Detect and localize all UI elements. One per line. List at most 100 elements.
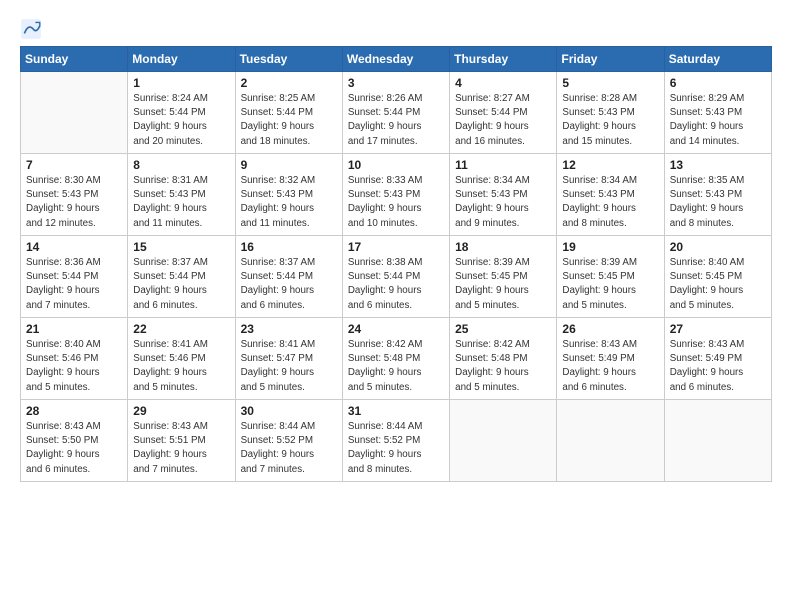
calendar-cell: 27Sunrise: 8:43 AMSunset: 5:49 PMDayligh… [664,318,771,400]
day-number: 4 [455,76,551,90]
day-number: 29 [133,404,229,418]
calendar-week-row: 28 Sunrise: 8:43 AMSunset: 5:50 PMDayligh… [21,400,772,482]
day-info: Sunrise: 8:43 AMSunset: 5:49 PMDaylight:… [670,338,766,395]
day-number: 23 [241,322,337,336]
day-number: 19 [562,240,658,254]
day-number: 17 [348,240,444,254]
column-header-wednesday: Wednesday [342,47,449,72]
day-info: Sunrise: 8:25 AMSunset: 5:44 PMDaylight:… [241,92,337,149]
calendar-cell [557,400,664,482]
day-number: 20 [670,240,766,254]
calendar-cell: 21 Sunrise: 8:40 AMSunset: 5:46 PMDayligh… [21,318,128,400]
column-header-friday: Friday [557,47,664,72]
calendar-cell: 13Sunrise: 8:35 AMSunset: 5:43 PMDayligh… [664,154,771,236]
calendar-cell: 1 Sunrise: 8:24 AMSunset: 5:44 PMDaylight… [128,72,235,154]
day-info: Sunrise: 8:40 AMSunset: 5:45 PMDaylight:… [670,256,766,313]
calendar-cell: 14 Sunrise: 8:36 AMSunset: 5:44 PMDayligh… [21,236,128,318]
calendar-cell: 25 Sunrise: 8:42 AMSunset: 5:48 PMDayligh… [450,318,557,400]
day-info: Sunrise: 8:34 AMSunset: 5:43 PMDaylight:… [562,174,658,231]
calendar-week-row: 1 Sunrise: 8:24 AMSunset: 5:44 PMDaylight… [21,72,772,154]
day-number: 10 [348,158,444,172]
day-number: 11 [455,158,551,172]
day-number: 25 [455,322,551,336]
day-info: Sunrise: 8:39 AMSunset: 5:45 PMDaylight:… [562,256,658,313]
day-number: 2 [241,76,337,90]
day-info: Sunrise: 8:42 AMSunset: 5:48 PMDaylight:… [348,338,444,395]
day-number: 1 [133,76,229,90]
column-header-thursday: Thursday [450,47,557,72]
calendar-cell: 10Sunrise: 8:33 AMSunset: 5:43 PMDayligh… [342,154,449,236]
column-header-monday: Monday [128,47,235,72]
day-info: Sunrise: 8:35 AMSunset: 5:43 PMDaylight:… [670,174,766,231]
calendar-cell: 12Sunrise: 8:34 AMSunset: 5:43 PMDayligh… [557,154,664,236]
day-info: Sunrise: 8:32 AMSunset: 5:43 PMDaylight:… [241,174,337,231]
calendar-cell: 17 Sunrise: 8:38 AMSunset: 5:44 PMDayligh… [342,236,449,318]
day-info: Sunrise: 8:44 AMSunset: 5:52 PMDaylight:… [241,420,337,477]
day-number: 31 [348,404,444,418]
day-info: Sunrise: 8:30 AMSunset: 5:43 PMDaylight:… [26,174,122,231]
day-info: Sunrise: 8:28 AMSunset: 5:43 PMDaylight:… [562,92,658,149]
calendar-cell [664,400,771,482]
calendar-cell: 8 Sunrise: 8:31 AMSunset: 5:43 PMDaylight… [128,154,235,236]
calendar-cell: 15 Sunrise: 8:37 AMSunset: 5:44 PMDayligh… [128,236,235,318]
day-number: 14 [26,240,122,254]
column-header-saturday: Saturday [664,47,771,72]
day-info: Sunrise: 8:34 AMSunset: 5:43 PMDaylight:… [455,174,551,231]
logo [20,18,46,40]
day-info: Sunrise: 8:37 AMSunset: 5:44 PMDaylight:… [133,256,229,313]
calendar-cell: 9 Sunrise: 8:32 AMSunset: 5:43 PMDaylight… [235,154,342,236]
calendar-cell: 29 Sunrise: 8:43 AMSunset: 5:51 PMDayligh… [128,400,235,482]
calendar-cell: 18 Sunrise: 8:39 AMSunset: 5:45 PMDayligh… [450,236,557,318]
day-number: 5 [562,76,658,90]
day-info: Sunrise: 8:43 AMSunset: 5:51 PMDaylight:… [133,420,229,477]
page: SundayMondayTuesdayWednesdayThursdayFrid… [0,0,792,612]
day-info: Sunrise: 8:27 AMSunset: 5:44 PMDaylight:… [455,92,551,149]
calendar-cell [450,400,557,482]
day-number: 18 [455,240,551,254]
calendar-week-row: 7 Sunrise: 8:30 AMSunset: 5:43 PMDaylight… [21,154,772,236]
calendar-cell: 20 Sunrise: 8:40 AMSunset: 5:45 PMDayligh… [664,236,771,318]
calendar-cell: 26Sunrise: 8:43 AMSunset: 5:49 PMDayligh… [557,318,664,400]
day-number: 9 [241,158,337,172]
day-number: 30 [241,404,337,418]
calendar-table: SundayMondayTuesdayWednesdayThursdayFrid… [20,46,772,482]
day-info: Sunrise: 8:39 AMSunset: 5:45 PMDaylight:… [455,256,551,313]
day-number: 3 [348,76,444,90]
day-number: 15 [133,240,229,254]
calendar-cell: 30 Sunrise: 8:44 AMSunset: 5:52 PMDayligh… [235,400,342,482]
day-info: Sunrise: 8:44 AMSunset: 5:52 PMDaylight:… [348,420,444,477]
day-info: Sunrise: 8:42 AMSunset: 5:48 PMDaylight:… [455,338,551,395]
day-info: Sunrise: 8:31 AMSunset: 5:43 PMDaylight:… [133,174,229,231]
calendar-cell: 19 Sunrise: 8:39 AMSunset: 5:45 PMDayligh… [557,236,664,318]
calendar-cell: 28 Sunrise: 8:43 AMSunset: 5:50 PMDayligh… [21,400,128,482]
day-number: 16 [241,240,337,254]
day-number: 8 [133,158,229,172]
day-info: Sunrise: 8:41 AMSunset: 5:46 PMDaylight:… [133,338,229,395]
day-number: 24 [348,322,444,336]
calendar-cell: 3Sunrise: 8:26 AMSunset: 5:44 PMDaylight… [342,72,449,154]
calendar-cell: 5 Sunrise: 8:28 AMSunset: 5:43 PMDaylight… [557,72,664,154]
day-info: Sunrise: 8:29 AMSunset: 5:43 PMDaylight:… [670,92,766,149]
header [20,18,772,40]
calendar-cell: 24 Sunrise: 8:42 AMSunset: 5:48 PMDayligh… [342,318,449,400]
calendar-cell: 6Sunrise: 8:29 AMSunset: 5:43 PMDaylight… [664,72,771,154]
day-info: Sunrise: 8:36 AMSunset: 5:44 PMDaylight:… [26,256,122,313]
day-number: 21 [26,322,122,336]
day-info: Sunrise: 8:43 AMSunset: 5:50 PMDaylight:… [26,420,122,477]
day-number: 28 [26,404,122,418]
day-number: 26 [562,322,658,336]
calendar-cell: 7 Sunrise: 8:30 AMSunset: 5:43 PMDaylight… [21,154,128,236]
day-number: 22 [133,322,229,336]
calendar-header-row: SundayMondayTuesdayWednesdayThursdayFrid… [21,47,772,72]
day-info: Sunrise: 8:41 AMSunset: 5:47 PMDaylight:… [241,338,337,395]
calendar-cell [21,72,128,154]
day-info: Sunrise: 8:40 AMSunset: 5:46 PMDaylight:… [26,338,122,395]
calendar-cell: 16 Sunrise: 8:37 AMSunset: 5:44 PMDayligh… [235,236,342,318]
day-info: Sunrise: 8:38 AMSunset: 5:44 PMDaylight:… [348,256,444,313]
column-header-tuesday: Tuesday [235,47,342,72]
day-number: 7 [26,158,122,172]
column-header-sunday: Sunday [21,47,128,72]
day-info: Sunrise: 8:37 AMSunset: 5:44 PMDaylight:… [241,256,337,313]
calendar-cell: 4 Sunrise: 8:27 AMSunset: 5:44 PMDaylight… [450,72,557,154]
day-info: Sunrise: 8:24 AMSunset: 5:44 PMDaylight:… [133,92,229,149]
